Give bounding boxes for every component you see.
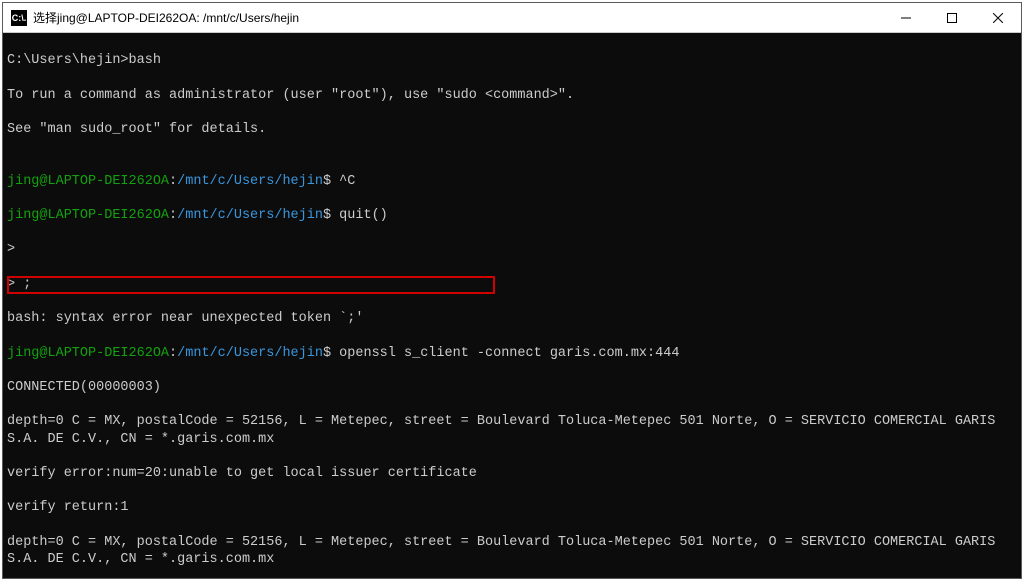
output-line: C:\Users\hejin>bash bbox=[7, 52, 1017, 69]
output-line: depth=0 C = MX, postalCode = 52156, L = … bbox=[7, 413, 1017, 447]
output-line: bash: syntax error near unexpected token… bbox=[7, 310, 1017, 327]
output-line: To run a command as administrator (user … bbox=[7, 87, 1017, 104]
minimize-button[interactable] bbox=[883, 3, 929, 32]
close-button[interactable] bbox=[975, 3, 1021, 32]
prompt-path: /mnt/c/Users/hejin bbox=[177, 346, 323, 361]
window-title: 选择jing@LAPTOP-DEI262OA: /mnt/c/Users/hej… bbox=[33, 9, 883, 26]
prompt-sigil: $ bbox=[323, 174, 331, 189]
output-line: See "man sudo_root" for details. bbox=[7, 121, 1017, 138]
output-line: verify error:num=20:unable to get local … bbox=[7, 465, 1017, 482]
maximize-button[interactable] bbox=[929, 3, 975, 32]
prompt-line: jing@LAPTOP-DEI262OA:/mnt/c/Users/hejin$… bbox=[7, 207, 1017, 224]
prompt-path: /mnt/c/Users/hejin bbox=[177, 174, 323, 189]
prompt-sep: : bbox=[169, 346, 177, 361]
prompt-user: jing@LAPTOP-DEI262OA bbox=[7, 346, 169, 361]
prompt-sep: : bbox=[169, 208, 177, 223]
window-controls bbox=[883, 3, 1021, 32]
prompt-user: jing@LAPTOP-DEI262OA bbox=[7, 174, 169, 189]
output-line: verify return:1 bbox=[7, 499, 1017, 516]
output-line: depth=0 C = MX, postalCode = 52156, L = … bbox=[7, 534, 1017, 568]
close-icon bbox=[993, 13, 1003, 23]
output-line: > bbox=[7, 241, 1017, 258]
output-line: > ; bbox=[7, 276, 1017, 293]
prompt-line: jing@LAPTOP-DEI262OA:/mnt/c/Users/hejin$… bbox=[7, 345, 1017, 362]
titlebar[interactable]: C:\. 选择jing@LAPTOP-DEI262OA: /mnt/c/User… bbox=[3, 3, 1021, 33]
prompt-sigil: $ bbox=[323, 346, 331, 361]
output-line: CONNECTED(00000003) bbox=[7, 379, 1017, 396]
prompt-path: /mnt/c/Users/hejin bbox=[177, 208, 323, 223]
terminal-output[interactable]: C:\Users\hejin>bash To run a command as … bbox=[3, 33, 1021, 578]
command-text: quit() bbox=[331, 208, 388, 223]
prompt-sep: : bbox=[169, 174, 177, 189]
minimize-icon bbox=[901, 13, 911, 23]
command-text: openssl s_client -connect garis.com.mx:4… bbox=[331, 346, 679, 361]
prompt-line: jing@LAPTOP-DEI262OA:/mnt/c/Users/hejin$… bbox=[7, 173, 1017, 190]
maximize-icon bbox=[947, 13, 957, 23]
prompt-sigil: $ bbox=[323, 208, 331, 223]
command-text: ^C bbox=[331, 174, 355, 189]
prompt-user: jing@LAPTOP-DEI262OA bbox=[7, 208, 169, 223]
cmd-icon: C:\. bbox=[11, 10, 27, 26]
terminal-window: C:\. 选择jing@LAPTOP-DEI262OA: /mnt/c/User… bbox=[2, 2, 1022, 579]
